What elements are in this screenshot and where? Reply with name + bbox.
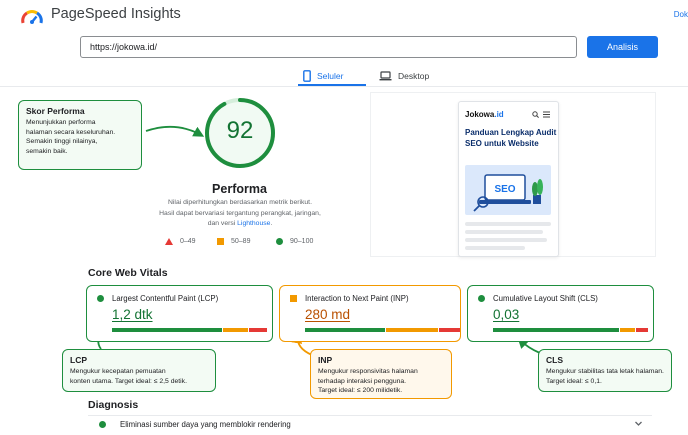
distribution-poor [248,328,267,332]
callout-lcp: LCP Mengukur kecepatan pemuatan konten u… [62,349,216,392]
callout-line: konten utama. Target ideal: ≤ 2,5 detik. [70,377,187,385]
distribution-good [493,328,619,332]
callout-title: LCP [70,355,87,365]
metric-name: Largest Contentful Paint (LCP) [112,294,219,303]
metric-header: Interaction to Next Paint (INP) [290,294,409,303]
metric-header: Cumulative Layout Shift (CLS) [478,294,598,303]
metric-value: 0,03 [493,307,520,322]
metric-card-cls[interactable]: Cumulative Layout Shift (CLS) 0,03 [467,285,654,342]
metric-value: 1,2 dtk [112,307,153,322]
good-status-icon [99,421,106,428]
callout-title: CLS [546,355,563,365]
chevron-down-icon[interactable] [634,419,643,428]
good-status-icon [97,295,104,302]
metric-value: 280 md [305,307,351,322]
distribution-bar [493,328,648,332]
metric-header: Largest Contentful Paint (LCP) [97,294,218,303]
callout-line: Mengukur responsivitas halaman [318,368,418,375]
arrow-skor [145,125,205,137]
diagnosis-item-label: Eliminasi sumber daya yang memblokir ren… [120,420,291,429]
callout-line: terhadap interaksi pengguna. [318,377,407,385]
metric-card-inp[interactable]: Interaction to Next Paint (INP) 280 md [279,285,461,342]
core-web-vitals-heading: Core Web Vitals [88,267,168,279]
callout-line: Mengukur stabilitas tata letak halaman. [546,368,664,375]
callout-text: Mengukur kecepatan pemuatan konten utama… [70,367,208,386]
metric-name: Cumulative Layout Shift (CLS) [493,294,598,303]
callout-inp: INP Mengukur responsivitas halaman terha… [310,349,452,399]
distribution-good [305,328,385,332]
callout-text: Mengukur stabilitas tata letak halaman. … [546,367,664,386]
callout-line: Target ideal: ≤ 0,1. [546,377,602,385]
average-status-icon [290,295,297,302]
distribution-needs-improvement [385,328,438,332]
distribution-needs-improvement [619,328,635,332]
good-status-icon [478,295,485,302]
callout-cls: CLS Mengukur stabilitas tata letak halam… [538,349,672,392]
distribution-good [112,328,223,332]
callout-line: Mengukur kecepatan pemuatan [70,368,166,375]
distribution-poor [438,328,460,332]
diagnosis-heading: Diagnosis [88,399,139,411]
distribution-bar [112,328,267,332]
metric-card-lcp[interactable]: Largest Contentful Paint (LCP) 1,2 dtk [86,285,273,342]
callout-text: Mengukur responsivitas halaman terhadap … [318,367,444,396]
callout-title: INP [318,355,333,365]
callout-line: Target ideal: ≤ 200 milidetik. [318,387,403,394]
distribution-needs-improvement [223,328,248,332]
distribution-poor [635,328,648,332]
metric-name: Interaction to Next Paint (INP) [305,294,409,303]
distribution-bar [305,328,460,332]
